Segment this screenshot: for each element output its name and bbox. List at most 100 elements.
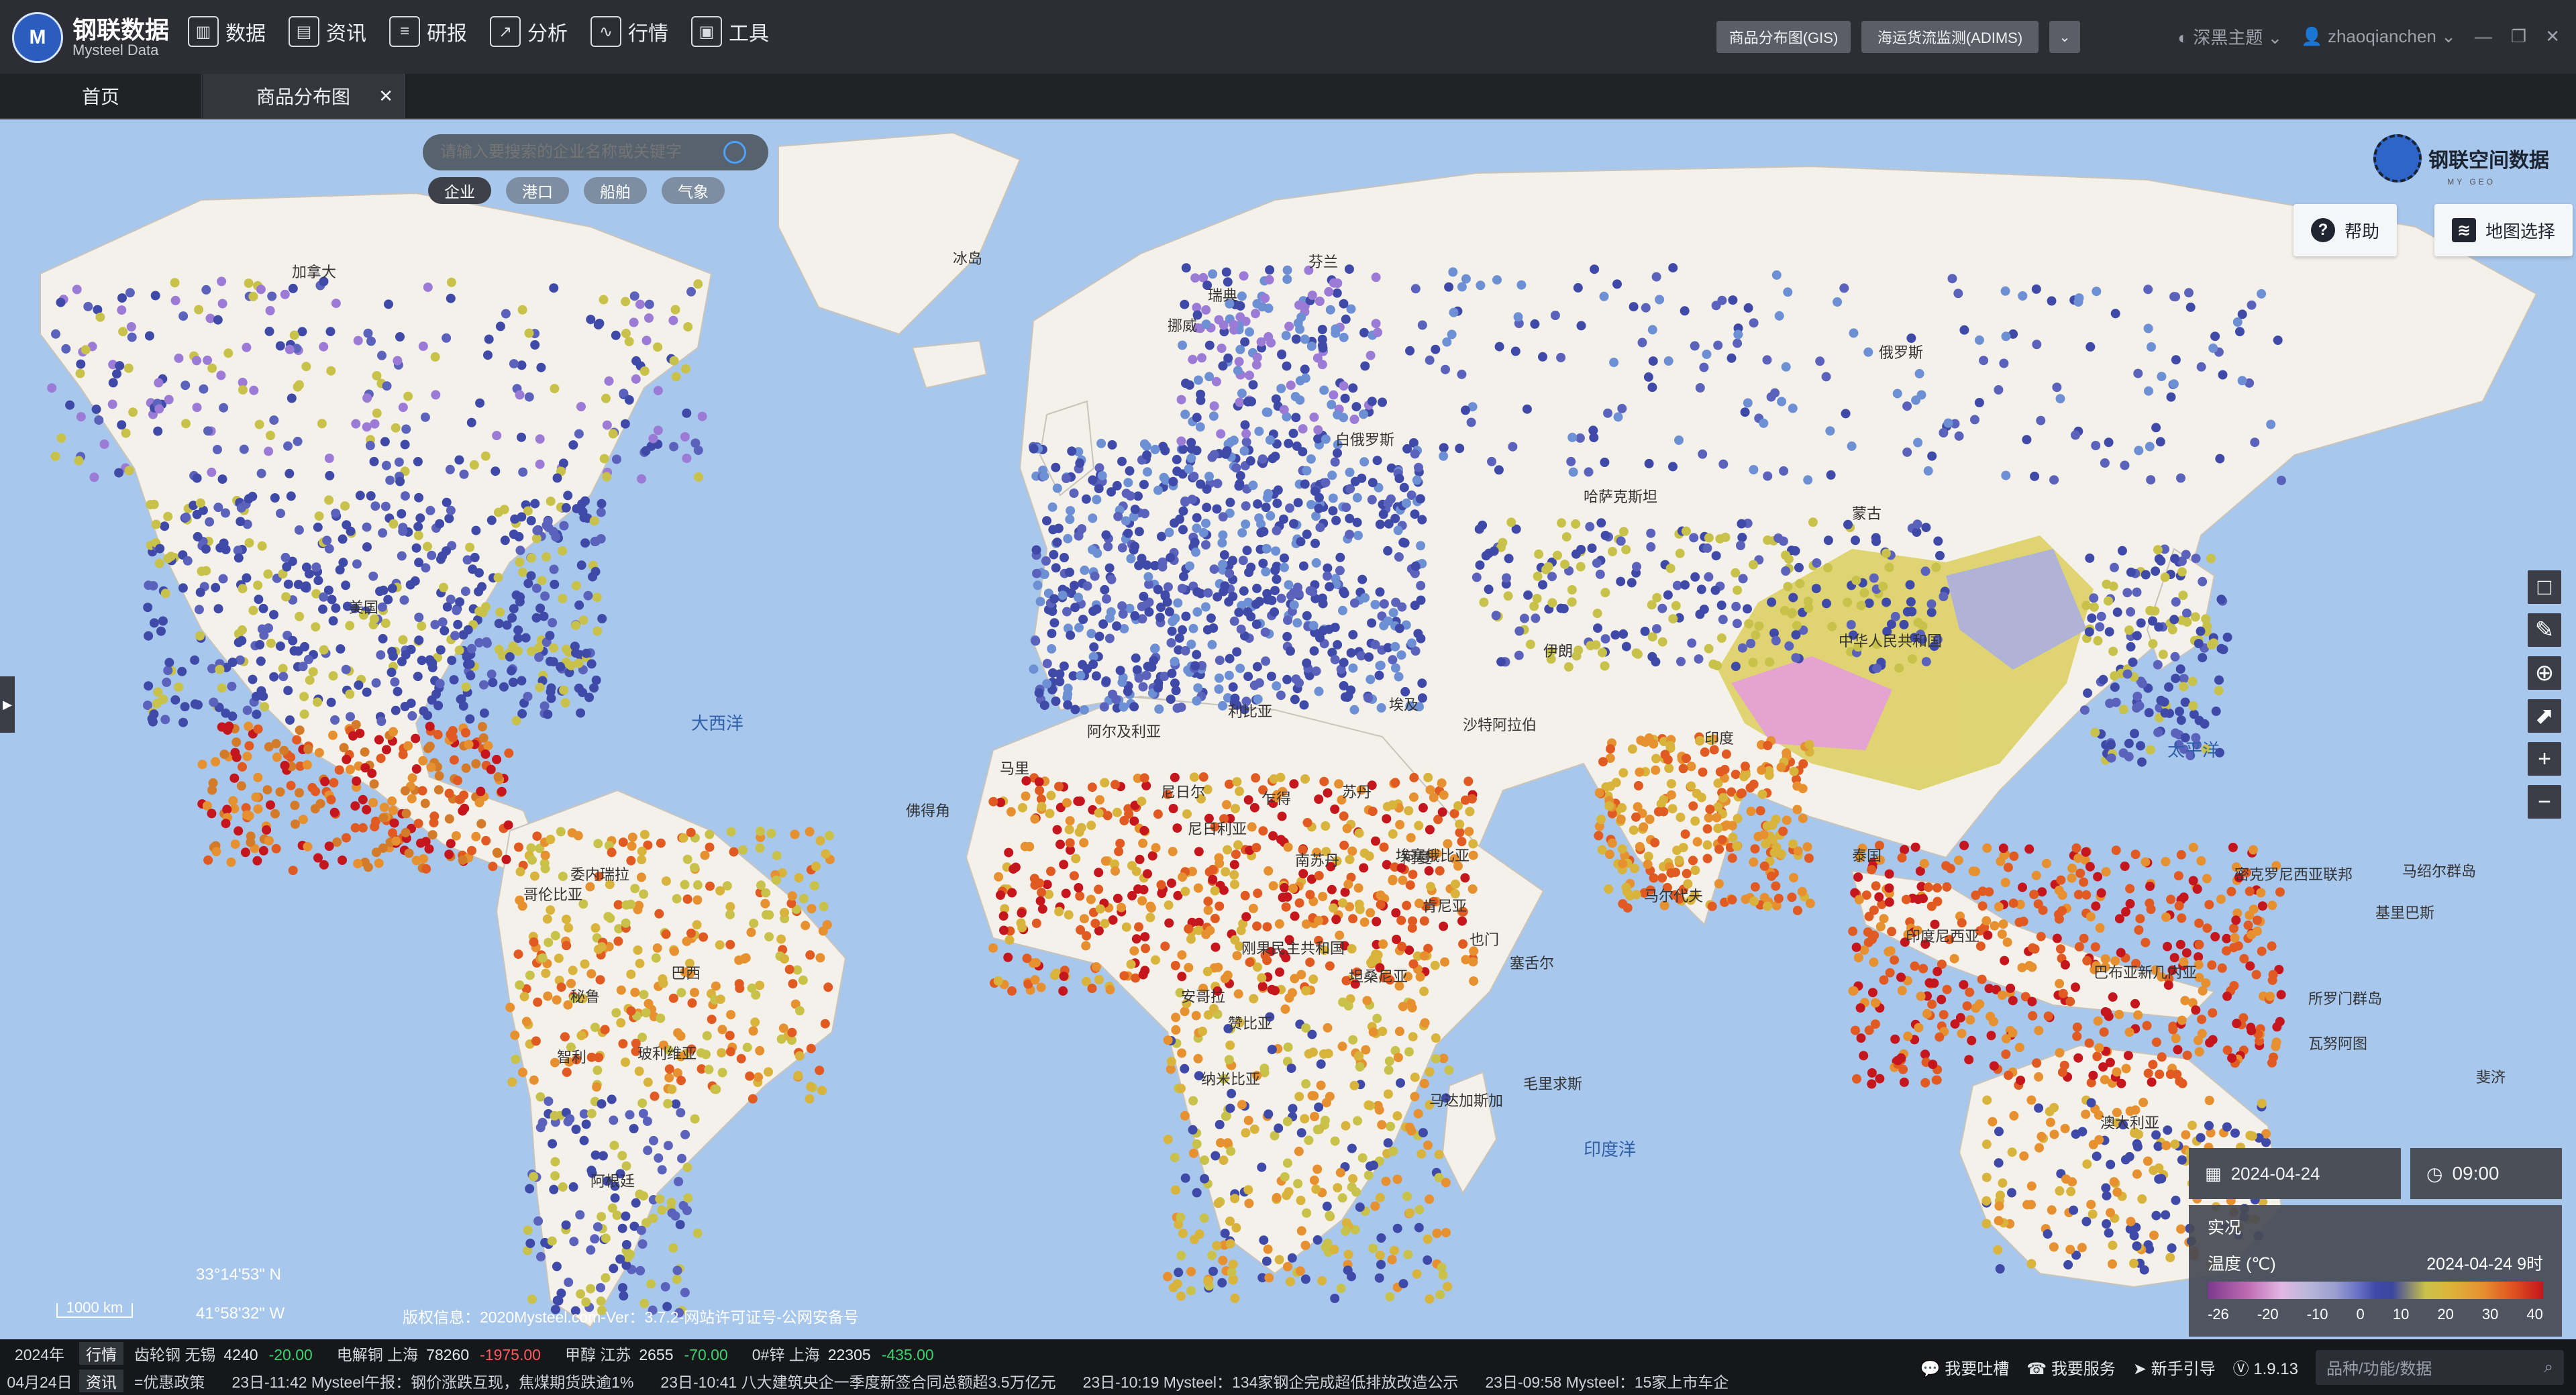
zoom-out-icon[interactable]: − [2528,785,2561,819]
enterprise-dot[interactable] [2007,1147,2017,1157]
enterprise-dot[interactable] [89,472,99,482]
enterprise-dot[interactable] [1195,422,1205,432]
enterprise-dot[interactable] [1994,1158,2004,1168]
enterprise-dot[interactable] [1777,397,1787,407]
enterprise-dot[interactable] [527,646,536,656]
enterprise-dot[interactable] [1276,593,1286,603]
enterprise-dot[interactable] [1117,543,1127,553]
enterprise-dot[interactable] [1643,372,1653,382]
enterprise-dot[interactable] [1252,921,1262,931]
enterprise-dot[interactable] [1368,807,1378,817]
enterprise-dot[interactable] [1390,663,1400,673]
enterprise-dot[interactable] [644,313,654,323]
enterprise-dot[interactable] [298,815,308,825]
enterprise-dot[interactable] [1363,1100,1374,1110]
enterprise-dot[interactable] [1403,1249,1413,1259]
enterprise-dot[interactable] [1207,639,1217,650]
enterprise-dot[interactable] [666,1197,676,1207]
enterprise-dot[interactable] [1331,515,1341,525]
enterprise-dot[interactable] [556,827,566,837]
enterprise-dot[interactable] [540,591,550,601]
enterprise-dot[interactable] [1702,350,1712,359]
enterprise-dot[interactable] [1994,385,2004,395]
enterprise-dot[interactable] [2167,625,2177,635]
enterprise-dot[interactable] [568,966,578,976]
enterprise-dot[interactable] [1285,1277,1295,1287]
enterprise-dot[interactable] [484,334,494,344]
enterprise-dot[interactable] [1243,597,1253,607]
enterprise-dot[interactable] [1600,458,1610,467]
enterprise-dot[interactable] [644,299,654,309]
enterprise-dot[interactable] [482,637,491,647]
enterprise-dot[interactable] [1301,986,1311,996]
enterprise-dot[interactable] [1690,572,1700,582]
enterprise-dot[interactable] [574,600,584,610]
enterprise-dot[interactable] [1216,429,1226,439]
enterprise-dot[interactable] [1258,558,1268,568]
enterprise-dot[interactable] [1241,437,1251,447]
enterprise-dot[interactable] [1522,404,1532,414]
enterprise-dot[interactable] [1914,1023,1924,1033]
enterprise-dot[interactable] [1671,601,1681,611]
guide-link[interactable]: ➤ 新手引导 [2133,1355,2216,1379]
enterprise-dot[interactable] [1003,952,1013,962]
enterprise-dot[interactable] [586,1108,597,1119]
enterprise-dot[interactable] [586,315,596,325]
enterprise-dot[interactable] [556,662,566,672]
enterprise-dot[interactable] [2144,386,2153,396]
enterprise-dot[interactable] [711,1084,721,1094]
enterprise-dot[interactable] [1094,974,1104,984]
enterprise-dot[interactable] [1576,562,1586,572]
enterprise-dot[interactable] [1368,478,1378,488]
enterprise-dot[interactable] [690,863,700,872]
enterprise-dot[interactable] [313,697,322,707]
enterprise-dot[interactable] [491,466,501,476]
enterprise-dot[interactable] [495,321,505,331]
enterprise-dot[interactable] [1274,919,1284,929]
enterprise-dot[interactable] [285,344,295,354]
enterprise-dot[interactable] [1286,590,1296,601]
enterprise-dot[interactable] [1604,801,1614,811]
enterprise-dot[interactable] [1506,517,1516,527]
enterprise-dot[interactable] [2030,944,2040,954]
enterprise-dot[interactable] [1300,1241,1310,1250]
enterprise-dot[interactable] [362,522,372,532]
enterprise-dot[interactable] [1804,739,1814,750]
enterprise-dot[interactable] [2014,1043,2024,1053]
enterprise-dot[interactable] [1022,953,1032,964]
enterprise-dot[interactable] [1393,1053,1403,1062]
enterprise-dot[interactable] [1388,800,1398,810]
enterprise-dot[interactable] [1750,882,1760,892]
enterprise-dot[interactable] [466,417,476,427]
enterprise-dot[interactable] [509,359,519,369]
enterprise-dot[interactable] [317,419,327,429]
enterprise-dot[interactable] [178,583,188,593]
enterprise-dot[interactable] [365,441,375,450]
enterprise-dot[interactable] [201,544,211,554]
enterprise-dot[interactable] [2196,856,2206,866]
enterprise-dot[interactable] [212,445,222,454]
enterprise-dot[interactable] [1977,974,1987,984]
enterprise-dot[interactable] [1572,651,1582,661]
enterprise-dot[interactable] [2181,948,2192,958]
enterprise-dot[interactable] [1953,289,1963,299]
enterprise-dot[interactable] [51,329,60,339]
enterprise-dot[interactable] [1804,854,1814,863]
enterprise-dot[interactable] [1201,319,1211,329]
enterprise-dot[interactable] [2100,1075,2110,1085]
enterprise-dot[interactable] [2206,554,2216,564]
enterprise-dot[interactable] [389,519,399,529]
enterprise-dot[interactable] [2157,1052,2167,1062]
enterprise-dot[interactable] [463,625,473,635]
enterprise-dot[interactable] [1249,1124,1259,1134]
enterprise-dot[interactable] [76,412,86,422]
enterprise-dot[interactable] [430,619,440,629]
enterprise-dot[interactable] [1305,586,1315,596]
enterprise-dot[interactable] [1261,544,1272,554]
enterprise-dot[interactable] [201,285,211,295]
enterprise-dot[interactable] [1121,516,1131,526]
enterprise-dot[interactable] [1560,560,1569,570]
enterprise-dot[interactable] [328,730,338,740]
enterprise-dot[interactable] [1157,888,1167,898]
enterprise-dot[interactable] [466,643,476,654]
